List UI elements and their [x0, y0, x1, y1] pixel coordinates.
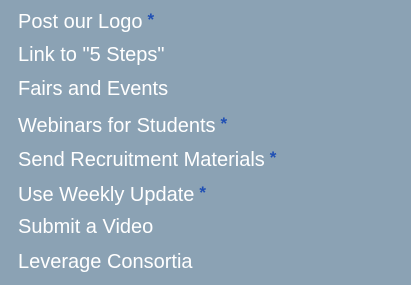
menu-item-send-recruitment-materials[interactable]: Send Recruitment Materials * — [18, 141, 411, 176]
menu-item-label: Use Weekly Update — [18, 183, 195, 206]
menu-item-link-to-5-steps[interactable]: Link to "5 Steps" — [18, 38, 411, 73]
menu-item-label: Submit a Video — [18, 216, 154, 238]
asterisk-marker: * — [147, 10, 155, 29]
menu-item-label: Leverage Consortia — [18, 250, 193, 273]
resource-menu: Post our Logo * Link to "5 Steps" Fairs a… — [18, 3, 411, 279]
menu-item-label: Post our Logo — [18, 11, 143, 33]
asterisk-marker: * — [269, 148, 277, 167]
menu-item-use-weekly-update[interactable]: Use Weekly Update * — [18, 176, 411, 211]
menu-item-label: Fairs and Events — [18, 78, 169, 100]
asterisk-marker: * — [199, 182, 207, 202]
menu-item-label: Send Recruitment Materials — [18, 149, 265, 171]
asterisk-marker: * — [220, 113, 228, 133]
menu-item-fairs-and-events[interactable]: Fairs and Events — [18, 72, 411, 107]
menu-item-webinars-for-students[interactable]: Webinars for Students * — [18, 107, 411, 142]
menu-item-label: Link to "5 Steps" — [18, 43, 165, 66]
menu-item-leverage-consortia[interactable]: Leverage Consortia — [18, 245, 411, 280]
menu-item-label: Webinars for Students — [18, 114, 216, 137]
menu-item-submit-a-video[interactable]: Submit a Video — [18, 210, 411, 245]
menu-item-post-our-logo[interactable]: Post our Logo * — [18, 3, 411, 38]
